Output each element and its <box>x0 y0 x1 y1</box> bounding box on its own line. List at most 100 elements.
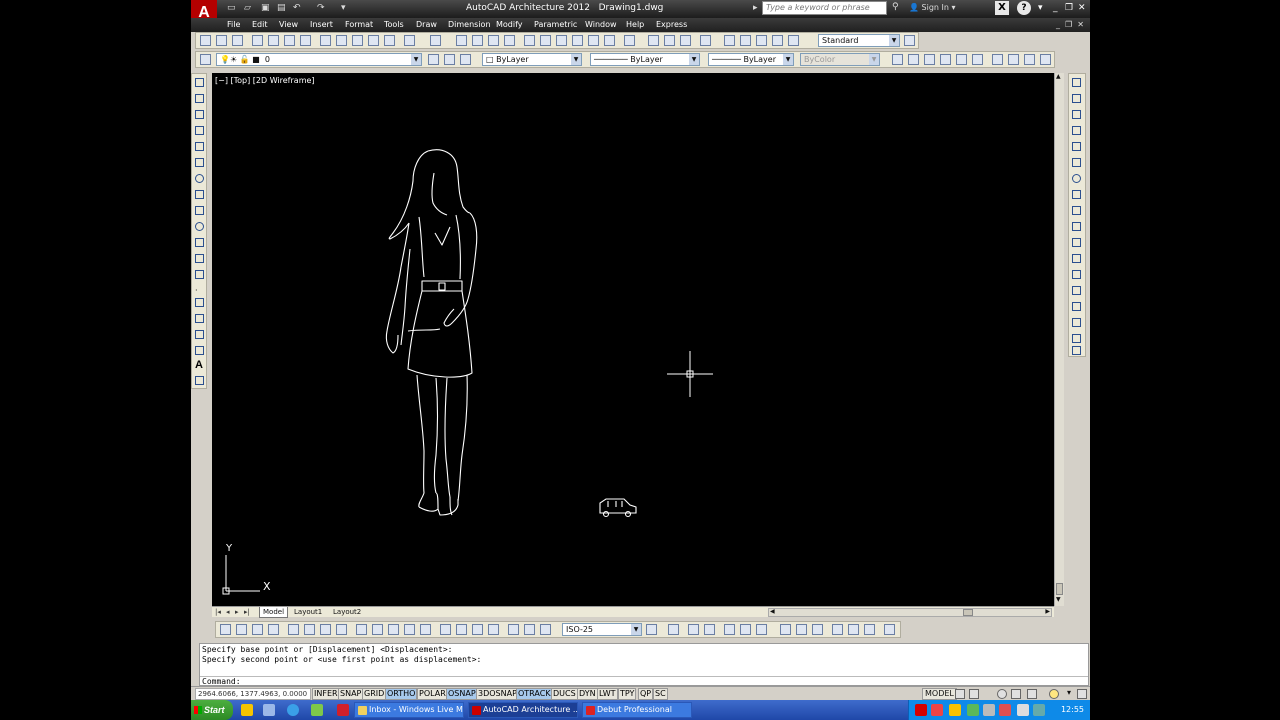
layer-properties-icon[interactable] <box>200 54 211 65</box>
minimize-icon[interactable]: _ <box>1053 3 1058 13</box>
ordinate-dim-icon[interactable] <box>268 624 279 635</box>
multileader-style-icon[interactable] <box>700 35 711 46</box>
dim-style-manager-icon[interactable] <box>646 624 657 635</box>
aec-dim-add-icon[interactable] <box>688 624 699 635</box>
polyline-icon[interactable] <box>195 110 204 119</box>
open-icon[interactable]: ▱ <box>244 3 251 13</box>
open-file-icon[interactable] <box>216 35 227 46</box>
quicklaunch-app-icon[interactable] <box>241 704 253 716</box>
move-icon[interactable] <box>1072 158 1081 167</box>
toggle-qp[interactable]: QP <box>638 688 654 700</box>
help-dropdown-icon[interactable]: ▾ <box>1038 3 1043 13</box>
search-expand-icon[interactable]: ▸ <box>753 3 758 13</box>
erase-icon[interactable] <box>1072 78 1081 87</box>
color-select[interactable]: □ ByLayer ▼ <box>482 53 582 66</box>
text-style-select[interactable]: Standard ▼ <box>818 34 900 47</box>
properties-icon[interactable] <box>524 35 535 46</box>
vertical-scrollbar[interactable]: ▲ ▼ <box>1054 73 1064 606</box>
hatch-icon[interactable] <box>195 298 204 307</box>
quick-access-dropdown-icon[interactable]: ▾ <box>341 3 346 13</box>
command-line-window[interactable]: Specify base point or [Displacement] <Di… <box>199 643 1089 686</box>
tolerance-icon[interactable] <box>440 624 451 635</box>
scroll-down-icon[interactable]: ▼ <box>1056 596 1061 603</box>
tab-model[interactable]: Model <box>259 607 289 618</box>
menu-parametric[interactable]: Parametric <box>534 20 577 29</box>
lock-icon[interactable] <box>1011 689 1021 699</box>
horizontal-scroll-thumb[interactable] <box>963 609 973 616</box>
aec-dim-remove-icon[interactable] <box>704 624 715 635</box>
polygon-icon[interactable] <box>195 126 204 135</box>
aec-dim-icon[interactable] <box>668 624 679 635</box>
paste-icon[interactable] <box>352 35 363 46</box>
block-editor-icon[interactable] <box>384 35 395 46</box>
angular-dim-icon[interactable] <box>336 624 347 635</box>
scale-icon[interactable] <box>1072 190 1081 199</box>
toggle-dyn[interactable]: DYN <box>577 688 598 700</box>
clean-screen-icon[interactable] <box>1077 689 1087 699</box>
horizontal-scrollbar[interactable]: ◀ ▶ <box>768 608 1052 617</box>
redo-toolbar-icon[interactable] <box>430 35 441 46</box>
undo-icon[interactable]: ↶ <box>293 3 301 13</box>
quickcalc-icon[interactable] <box>604 35 615 46</box>
save-icon[interactable]: ▣ <box>261 3 270 13</box>
spline-icon[interactable] <box>195 206 204 215</box>
join-icon[interactable] <box>1072 286 1081 295</box>
construction-line-icon[interactable] <box>195 94 204 103</box>
quick-view-drawings-icon[interactable] <box>969 689 979 699</box>
add-selected-icon[interactable] <box>195 376 204 385</box>
isolate-objects-icon[interactable] <box>1049 689 1059 699</box>
zone-tool-icon[interactable] <box>972 54 983 65</box>
menu-help[interactable]: Help <box>626 20 644 29</box>
3d-dwf-icon[interactable] <box>300 35 311 46</box>
tray-security-icon[interactable] <box>931 704 943 716</box>
menu-file[interactable]: File <box>227 20 240 29</box>
command-input[interactable]: Command: <box>200 676 1088 686</box>
aec-dim-override-icon[interactable] <box>780 624 791 635</box>
last-layout-icon[interactable]: ▸| <box>244 608 250 616</box>
hardware-acceleration-icon[interactable] <box>1027 689 1037 699</box>
tray-volume-icon[interactable] <box>1017 704 1029 716</box>
toggle-3dosnap[interactable]: 3DOSNAP <box>476 688 519 700</box>
railing-tool-icon[interactable] <box>1008 54 1019 65</box>
revision-cloud-icon[interactable] <box>195 190 204 199</box>
publish-icon[interactable] <box>284 35 295 46</box>
align-leaders-icon[interactable] <box>772 35 783 46</box>
array-icon[interactable] <box>1072 142 1081 151</box>
rotate-icon[interactable] <box>1072 174 1081 183</box>
toggle-lwt[interactable]: LWT <box>597 688 618 700</box>
viewport-controls-label[interactable]: [−] [Top] [2D Wireframe] <box>215 76 315 85</box>
fillet-icon[interactable] <box>1072 318 1081 327</box>
plot-file-icon[interactable] <box>252 35 263 46</box>
offset-icon[interactable] <box>1072 126 1081 135</box>
task-inbox-windows-live-mail[interactable]: Inbox - Windows Live Mail <box>354 702 464 718</box>
blend-curves-icon[interactable] <box>1072 334 1081 343</box>
dim-space-icon[interactable] <box>404 624 415 635</box>
tray-device-icon[interactable] <box>983 704 995 716</box>
cut-icon[interactable] <box>320 35 331 46</box>
aec-dim-points-icon[interactable] <box>812 624 823 635</box>
dim-style-select[interactable]: ISO-25 ▼ <box>562 623 642 636</box>
chamfer-icon[interactable] <box>1072 302 1081 311</box>
ellipse-arc-icon[interactable] <box>195 238 204 247</box>
aec-dim-attach-icon[interactable] <box>740 624 751 635</box>
arc-length-dim-icon[interactable] <box>252 624 263 635</box>
new-icon[interactable]: ▭ <box>227 3 236 13</box>
close-icon[interactable]: ✕ <box>1078 3 1086 13</box>
linear-dim-icon[interactable] <box>220 624 231 635</box>
break-at-point-icon[interactable] <box>1072 254 1081 263</box>
aec-dim-display-icon[interactable] <box>884 624 895 635</box>
layer-select[interactable]: 💡☀ 🔓 ■ 0 ▼ <box>216 53 422 66</box>
sign-in-button[interactable]: 👤 Sign In ▾ <box>909 3 956 12</box>
zoom-previous-icon[interactable] <box>504 35 515 46</box>
dim-edit-icon[interactable] <box>508 624 519 635</box>
toggle-grid[interactable]: GRID <box>362 688 387 700</box>
diameter-dim-icon[interactable] <box>320 624 331 635</box>
table-icon[interactable] <box>195 346 204 355</box>
multileader-icon[interactable] <box>724 35 735 46</box>
insert-block-icon[interactable] <box>195 254 204 263</box>
menu-format[interactable]: Format <box>345 20 373 29</box>
zoom-window-icon[interactable] <box>488 35 499 46</box>
vertical-scroll-thumb[interactable] <box>1056 583 1063 595</box>
point-icon[interactable]: · <box>195 286 204 295</box>
match-properties-icon[interactable] <box>368 35 379 46</box>
